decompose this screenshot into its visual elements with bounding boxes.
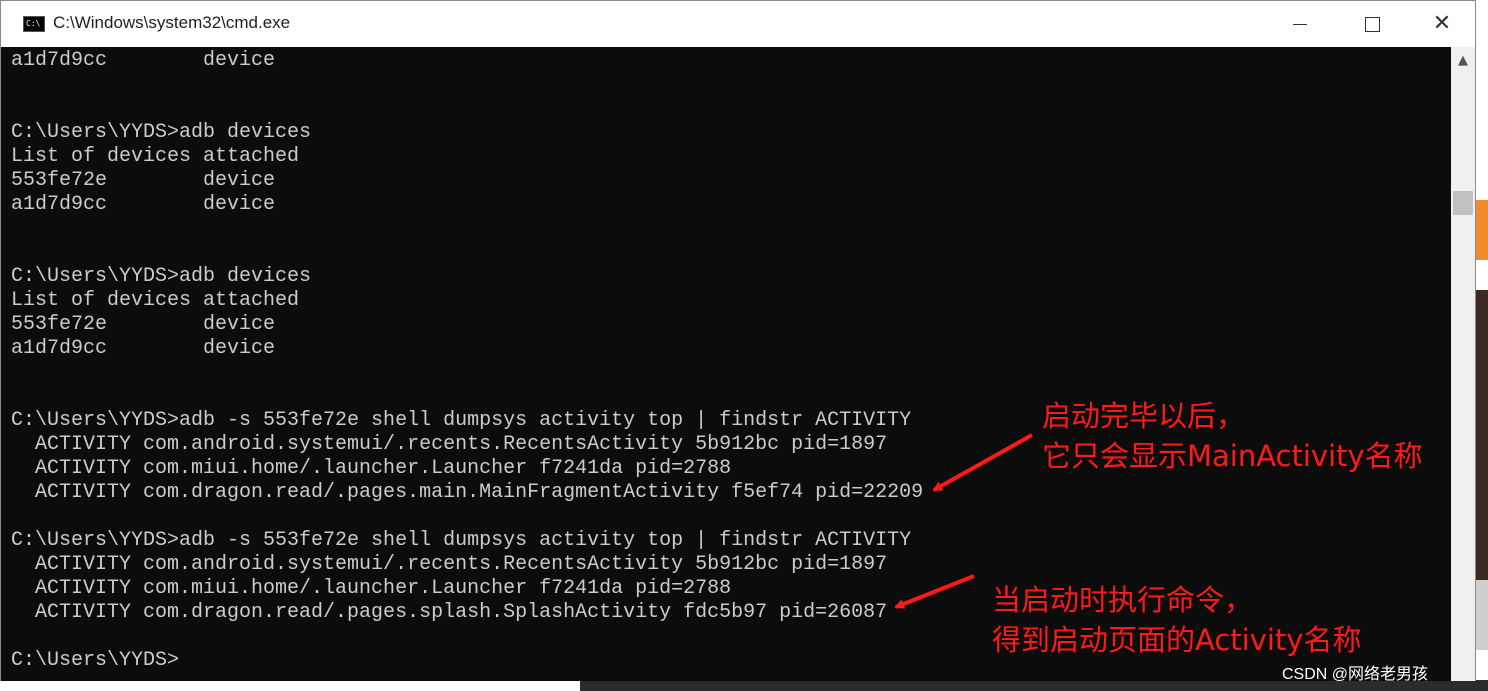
annotation-text-1: 启动完毕以后， 它只会显示MainActivity名称 <box>1042 396 1423 476</box>
annotation-line: 得到启动页面的Activity名称 <box>992 623 1362 657</box>
annotation-arrow-1 <box>932 433 1033 492</box>
annotation-line: 当启动时执行命令， <box>992 583 1254 617</box>
annotation-line: 启动完毕以后， <box>1042 399 1246 433</box>
watermark: CSDN @网络老男孩 <box>1282 666 1429 683</box>
annotation-text-2: 当启动时执行命令， 得到启动页面的Activity名称 <box>992 580 1361 660</box>
annotation-line: 它只会显示MainActivity名称 <box>1042 439 1423 473</box>
annotation-arrow-2 <box>894 574 975 609</box>
